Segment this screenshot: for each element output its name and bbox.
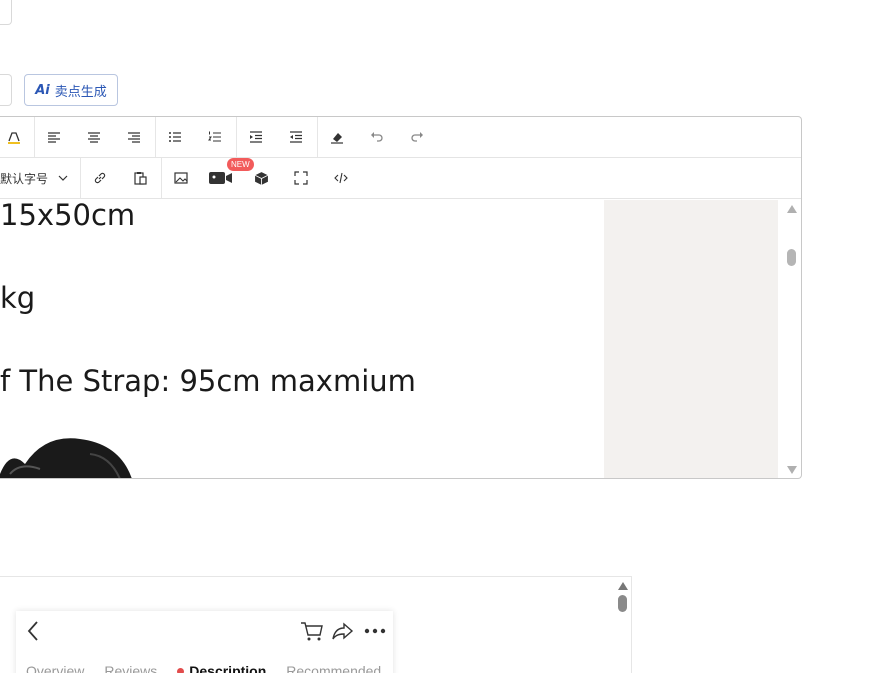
preview-tabs: Overview Reviews Description Recommended bbox=[26, 663, 381, 673]
ai-icon: Ai bbox=[35, 82, 50, 98]
font-size-label: 默认字号 bbox=[0, 171, 49, 186]
numbered-list-icon[interactable] bbox=[201, 123, 229, 151]
align-right-icon[interactable] bbox=[120, 123, 148, 151]
fullscreen-icon[interactable] bbox=[287, 164, 315, 192]
font-size-select[interactable]: 默认字号 bbox=[0, 166, 68, 190]
clear-format-icon[interactable] bbox=[323, 123, 351, 151]
scrollbar-thumb[interactable] bbox=[787, 249, 796, 266]
rich-text-editor: 默认字号 NEW 15x50cm kg f The Strap: 95cm ma… bbox=[0, 116, 802, 479]
indent-increase-icon[interactable] bbox=[242, 123, 270, 151]
editor-toolbar-row-2: 默认字号 bbox=[0, 158, 801, 199]
tab-recommended[interactable]: Recommended bbox=[286, 663, 381, 673]
selling-point-input[interactable] bbox=[0, 74, 12, 106]
indent-decrease-icon[interactable] bbox=[282, 123, 310, 151]
undo-icon[interactable] bbox=[363, 123, 391, 151]
top-input-field[interactable] bbox=[0, 0, 12, 25]
scrollbar-thumb[interactable] bbox=[618, 595, 627, 612]
tab-overview[interactable]: Overview bbox=[26, 663, 84, 673]
scroll-down-icon[interactable] bbox=[787, 466, 797, 474]
scroll-up-icon[interactable] bbox=[787, 205, 797, 213]
phone-preview: Overview Reviews Description Recommended bbox=[16, 611, 393, 673]
redo-icon[interactable] bbox=[403, 123, 431, 151]
source-code-icon[interactable] bbox=[327, 164, 355, 192]
more-icon[interactable] bbox=[364, 628, 386, 634]
chevron-down-icon bbox=[58, 175, 68, 181]
ai-button-label: 卖点生成 bbox=[54, 83, 107, 99]
mobile-preview-panel: Overview Reviews Description Recommended bbox=[0, 576, 632, 673]
content-line: f The Strap: 95cm maxmium bbox=[0, 364, 416, 398]
new-badge: NEW bbox=[227, 158, 254, 171]
cart-icon[interactable] bbox=[300, 620, 324, 642]
align-center-icon[interactable] bbox=[80, 123, 108, 151]
preview-scrollbar[interactable] bbox=[616, 577, 630, 673]
scroll-up-icon[interactable] bbox=[618, 582, 628, 590]
bullet-list-icon[interactable] bbox=[161, 123, 189, 151]
paste-icon[interactable] bbox=[126, 164, 154, 192]
link-icon[interactable] bbox=[86, 164, 114, 192]
tab-description[interactable]: Description bbox=[177, 663, 266, 673]
ai-selling-point-button[interactable]: Ai 卖点生成 bbox=[24, 74, 118, 106]
tab-reviews[interactable]: Reviews bbox=[104, 663, 157, 673]
back-arrow-icon[interactable] bbox=[26, 620, 40, 642]
content-line: 15x50cm bbox=[0, 200, 136, 232]
editor-content-area[interactable]: 15x50cm kg f The Strap: 95cm maxmium bbox=[0, 200, 604, 478]
backpack-image bbox=[0, 438, 132, 478]
align-left-icon[interactable] bbox=[40, 123, 68, 151]
content-line: kg bbox=[0, 281, 36, 315]
share-icon[interactable] bbox=[332, 621, 354, 641]
image-icon[interactable] bbox=[167, 164, 195, 192]
editor-toolbar-row-1 bbox=[0, 117, 801, 158]
editor-side-panel bbox=[604, 200, 778, 478]
highlight-color-icon[interactable] bbox=[0, 123, 28, 151]
editor-scrollbar[interactable] bbox=[784, 200, 800, 478]
